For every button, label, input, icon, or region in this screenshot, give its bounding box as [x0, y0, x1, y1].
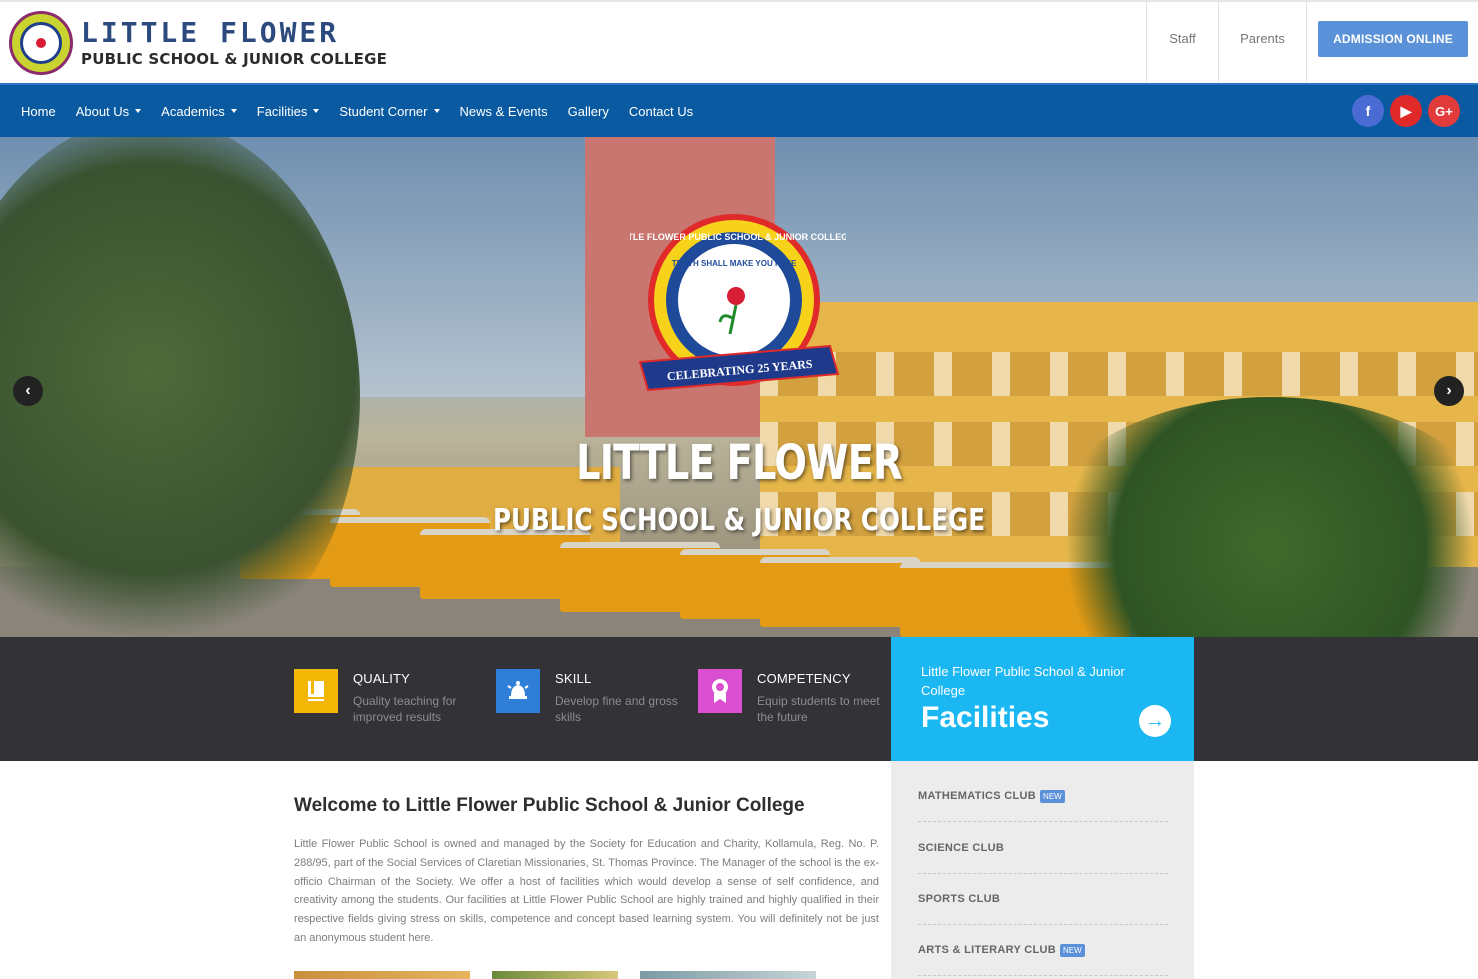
- hero-subtitle: PUBLIC SCHOOL & JUNIOR COLLEGE: [492, 503, 986, 538]
- nav-item-home[interactable]: Home: [21, 104, 56, 119]
- feature-description: Develop fine and gross skills: [555, 694, 678, 724]
- parents-link[interactable]: Parents: [1218, 2, 1306, 82]
- hero-bus: [760, 557, 920, 627]
- feature-skill: SKILL Develop fine and gross skills: [496, 669, 680, 725]
- caret-down-icon: [433, 109, 440, 113]
- nav-item-label: Academics: [161, 103, 225, 119]
- hero-slider: LITTLE FLOWER PUBLIC SCHOOL & JUNIOR COL…: [0, 137, 1478, 637]
- nav-item-label: Student Corner: [339, 103, 428, 119]
- feature-quality: QUALITY Quality teaching for improved re…: [294, 669, 478, 725]
- anniversary-emblem-icon: LITTLE FLOWER PUBLIC SCHOOL & JUNIOR COL…: [630, 214, 846, 392]
- nav-item-label: Home: [21, 103, 56, 119]
- facebook-icon[interactable]: f: [1352, 95, 1384, 127]
- nav-item-label: News & Events: [459, 103, 548, 119]
- nav-item-label: Facilities: [256, 103, 308, 119]
- divider: [1306, 2, 1318, 82]
- top-links: Staff Parents ADMISSION ONLINE: [1146, 2, 1478, 82]
- nav-item-gallery[interactable]: Gallery: [568, 104, 609, 119]
- facilities-title: Facilities: [921, 701, 1050, 734]
- features-band: QUALITY Quality teaching for improved re…: [0, 637, 1478, 761]
- social-links: f ▶ G+: [1346, 95, 1460, 127]
- slider-next-button[interactable]: ›: [1434, 376, 1464, 406]
- clubs-list: MATHEMATICS CLUB NEW SCIENCE CLUB SPORTS…: [891, 761, 1194, 979]
- admission-online-button[interactable]: ADMISSION ONLINE: [1318, 21, 1468, 57]
- chevron-right-icon: ›: [1446, 382, 1452, 399]
- gallery-thumbnails: [294, 971, 838, 979]
- facilities-subtitle: Little Flower Public School & Junior Col…: [921, 664, 1125, 698]
- nav-item-news-events[interactable]: News & Events: [460, 104, 548, 119]
- nav-item-contact-us[interactable]: Contact Us: [629, 104, 693, 119]
- thumbnail-image[interactable]: [640, 971, 816, 979]
- thumbnail-image[interactable]: [294, 971, 470, 979]
- feature-title: SKILL: [555, 671, 592, 686]
- staff-link[interactable]: Staff: [1146, 2, 1218, 82]
- logo-subtitle: PUBLIC SCHOOL & JUNIOR COLLEGE: [81, 49, 388, 68]
- nav-item-about-us[interactable]: About Us: [75, 103, 142, 119]
- bell-icon: [496, 669, 540, 713]
- logo-title: LITTLE FLOWER: [81, 15, 340, 49]
- hero-tree-left: [0, 137, 360, 637]
- nav-item-academics[interactable]: Academics: [161, 104, 237, 119]
- new-badge: NEW: [1040, 789, 1065, 803]
- club-label: SCIENCE CLUB: [918, 842, 1005, 854]
- book-icon: [294, 669, 338, 713]
- nav-item-student-corner[interactable]: Student Corner: [339, 103, 440, 119]
- thumbnail-image[interactable]: [492, 971, 618, 979]
- caret-down-icon: [313, 109, 320, 113]
- club-item-mathematics[interactable]: MATHEMATICS CLUB NEW: [918, 771, 1168, 822]
- emblem-motto: TRUTH SHALL MAKE YOU FREE: [672, 259, 797, 268]
- site-logo[interactable]: LITTLE FLOWER PUBLIC SCHOOL & JUNIOR COL…: [9, 11, 387, 75]
- google-plus-icon[interactable]: G+: [1428, 95, 1460, 127]
- feature-description: Equip students to meet the future: [757, 694, 880, 724]
- feature-title: QUALITY: [353, 671, 411, 686]
- slider-prev-button[interactable]: ‹: [13, 376, 43, 406]
- school-emblem-icon: [9, 11, 73, 75]
- caret-down-icon: [135, 109, 142, 113]
- hero-title: LITTLE FLOWER: [576, 435, 903, 491]
- club-label: MATHEMATICS CLUB: [918, 790, 1037, 802]
- arrow-right-icon[interactable]: →: [1139, 705, 1171, 737]
- club-label: ARTS & LITERARY CLUB: [918, 944, 1056, 956]
- welcome-heading: Welcome to Little Flower Public School &…: [294, 795, 805, 816]
- new-badge: NEW: [1060, 943, 1085, 957]
- nav-item-label: Contact Us: [628, 103, 694, 119]
- club-label: SPORTS CLUB: [918, 893, 1001, 905]
- club-item-arts-literary[interactable]: ARTS & LITERARY CLUB NEW: [918, 925, 1168, 976]
- chevron-left-icon: ‹: [25, 382, 31, 399]
- welcome-text: Little Flower Public School is owned and…: [294, 838, 879, 944]
- feature-description: Quality teaching for improved results: [353, 694, 457, 724]
- nav-item-label: Gallery: [567, 103, 609, 119]
- caret-down-icon: [230, 109, 237, 113]
- nav-item-label: About Us: [75, 103, 130, 119]
- youtube-icon[interactable]: ▶: [1390, 95, 1422, 127]
- nav-menu: Home About Us Academics Facilities Student C…: [21, 85, 713, 137]
- emblem-ring-text: LITTLE FLOWER PUBLIC SCHOOL & JUNIOR COL…: [630, 232, 846, 242]
- club-item-science[interactable]: SCIENCE CLUB: [918, 823, 1168, 874]
- award-icon: [698, 669, 742, 713]
- facilities-panel[interactable]: Little Flower Public School & Junior Col…: [891, 637, 1194, 761]
- feature-title: COMPETENCY: [757, 671, 851, 686]
- nav-item-facilities[interactable]: Facilities: [257, 104, 320, 119]
- feature-competency: COMPETENCY Equip students to meet the fu…: [698, 669, 882, 725]
- site-header: LITTLE FLOWER PUBLIC SCHOOL & JUNIOR COL…: [0, 0, 1478, 83]
- club-item-sports[interactable]: SPORTS CLUB: [918, 874, 1168, 925]
- main-navigation: Home About Us Academics Facilities Student C…: [0, 83, 1478, 137]
